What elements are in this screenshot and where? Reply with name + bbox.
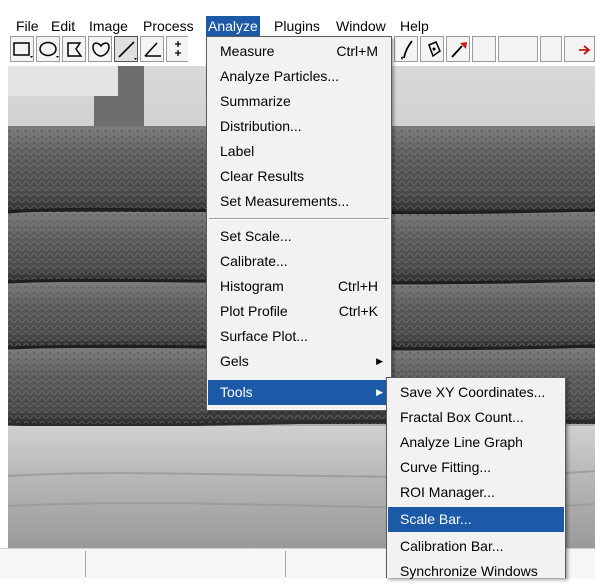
status-cell — [0, 551, 86, 577]
empty-tool-slot[interactable] — [498, 36, 538, 62]
menu-item-label: Distribution... — [220, 118, 302, 134]
menubar: File Edit Image Process Analyze Plugins … — [0, 0, 595, 36]
angle-tool-icon[interactable] — [140, 36, 164, 62]
menu-item-label: Analyze Line Graph — [400, 434, 523, 450]
submenu-item-calibration-bar[interactable]: Calibration Bar... — [388, 534, 564, 559]
point-tool-icon[interactable] — [166, 36, 188, 62]
submenu-item-fractal-box-count[interactable]: Fractal Box Count... — [388, 405, 564, 430]
menu-item-label: Label — [220, 143, 255, 159]
menu-item-surface-plot[interactable]: Surface Plot... — [208, 324, 390, 349]
menu-help[interactable]: Help — [398, 16, 431, 36]
menu-item-label: Fractal Box Count... — [400, 409, 524, 425]
menu-item-label: Calibration Bar... — [400, 538, 504, 554]
submenu-item-curve-fitting[interactable]: Curve Fitting... — [388, 455, 564, 480]
rectangle-tool-icon[interactable] — [10, 36, 34, 62]
menu-item-label: Surface Plot... — [220, 328, 308, 344]
submenu-item-save-xy-coordinates[interactable]: Save XY Coordinates... — [388, 380, 564, 405]
submenu-arrow-icon: ▶ — [376, 356, 383, 366]
menu-item-label: Calibrate... — [220, 253, 288, 269]
analyze-menu: Measure Ctrl+M Analyze Particles... Summa… — [206, 36, 392, 411]
menu-item-label: Tools — [220, 384, 253, 400]
menu-item-tools[interactable]: Tools ▶ — [208, 380, 390, 405]
empty-tool-slot[interactable] — [472, 36, 496, 62]
menu-item-label: Summarize — [220, 93, 291, 109]
freehand-tool-icon[interactable] — [88, 36, 112, 62]
menu-item-clear-results[interactable]: Clear Results — [208, 164, 390, 189]
menu-item-label: Gels — [220, 353, 249, 369]
menu-window[interactable]: Window — [334, 16, 388, 36]
menu-item-label: Clear Results — [220, 168, 305, 184]
menu-item-set-measurements[interactable]: Set Measurements... — [208, 189, 390, 214]
menu-item-label: ROI Manager... — [400, 484, 495, 500]
submenu-item-roi-manager[interactable]: ROI Manager... — [388, 480, 564, 505]
menu-item-distribution[interactable]: Distribution... — [208, 114, 390, 139]
menu-separator — [209, 218, 389, 220]
menu-item-label: Scale Bar... — [400, 511, 472, 527]
menu-item-plot-profile[interactable]: Plot Profile Ctrl+K — [208, 299, 390, 324]
status-cell — [85, 551, 286, 577]
shortcut-label: Ctrl+M — [336, 43, 378, 59]
menu-item-label: Curve Fitting... — [400, 459, 492, 475]
color-picker-tool-icon[interactable] — [446, 36, 470, 62]
brush-tool-icon[interactable] — [394, 36, 418, 62]
polygon-tool-icon[interactable] — [62, 36, 86, 62]
menu-item-calibrate[interactable]: Calibrate... — [208, 249, 390, 274]
submenu-item-scale-bar[interactable]: Scale Bar... — [388, 507, 564, 532]
menu-analyze[interactable]: Analyze — [206, 16, 260, 36]
menu-item-label: Plot Profile — [220, 303, 288, 319]
submenu-item-analyze-line-graph[interactable]: Analyze Line Graph — [388, 430, 564, 455]
straight-line-tool-icon[interactable] — [114, 36, 138, 62]
empty-tool-slot[interactable] — [540, 36, 562, 62]
menu-process[interactable]: Process — [141, 16, 196, 36]
menu-item-label: Measure — [220, 43, 275, 59]
shortcut-label: Ctrl+K — [338, 303, 378, 319]
menu-item-label: Histogram — [220, 278, 284, 294]
menu-item-label: Save XY Coordinates... — [400, 384, 546, 400]
menu-item-gels[interactable]: Gels ▶ — [208, 349, 390, 374]
menu-item-set-scale[interactable]: Set Scale... — [208, 224, 390, 249]
shortcut-label: Ctrl+H — [337, 278, 378, 294]
menu-edit[interactable]: Edit — [49, 16, 77, 36]
menu-item-label[interactable]: Label — [208, 139, 390, 164]
menu-item-analyze-particles[interactable]: Analyze Particles... — [208, 64, 390, 89]
menu-item-summarize[interactable]: Summarize — [208, 89, 390, 114]
submenu-arrow-icon: ▶ — [376, 387, 383, 397]
oval-tool-icon[interactable] — [36, 36, 60, 62]
menu-image[interactable]: Image — [87, 16, 130, 36]
tools-submenu: Save XY Coordinates... Fractal Box Count… — [386, 377, 566, 579]
menu-plugins[interactable]: Plugins — [272, 16, 322, 36]
menu-file[interactable]: File — [14, 16, 41, 36]
flood-fill-tool-icon[interactable] — [420, 36, 444, 62]
menu-item-label: Set Measurements... — [220, 193, 350, 209]
menu-item-measure[interactable]: Measure Ctrl+M — [208, 39, 390, 64]
more-tools-icon[interactable] — [564, 36, 595, 62]
menu-item-label: Synchronize Windows — [400, 563, 538, 579]
submenu-item-synchronize-windows[interactable]: Synchronize Windows — [388, 559, 564, 584]
menu-item-label: Set Scale... — [220, 228, 292, 244]
menu-item-histogram[interactable]: Histogram Ctrl+H — [208, 274, 390, 299]
menu-item-label: Analyze Particles... — [220, 68, 340, 84]
